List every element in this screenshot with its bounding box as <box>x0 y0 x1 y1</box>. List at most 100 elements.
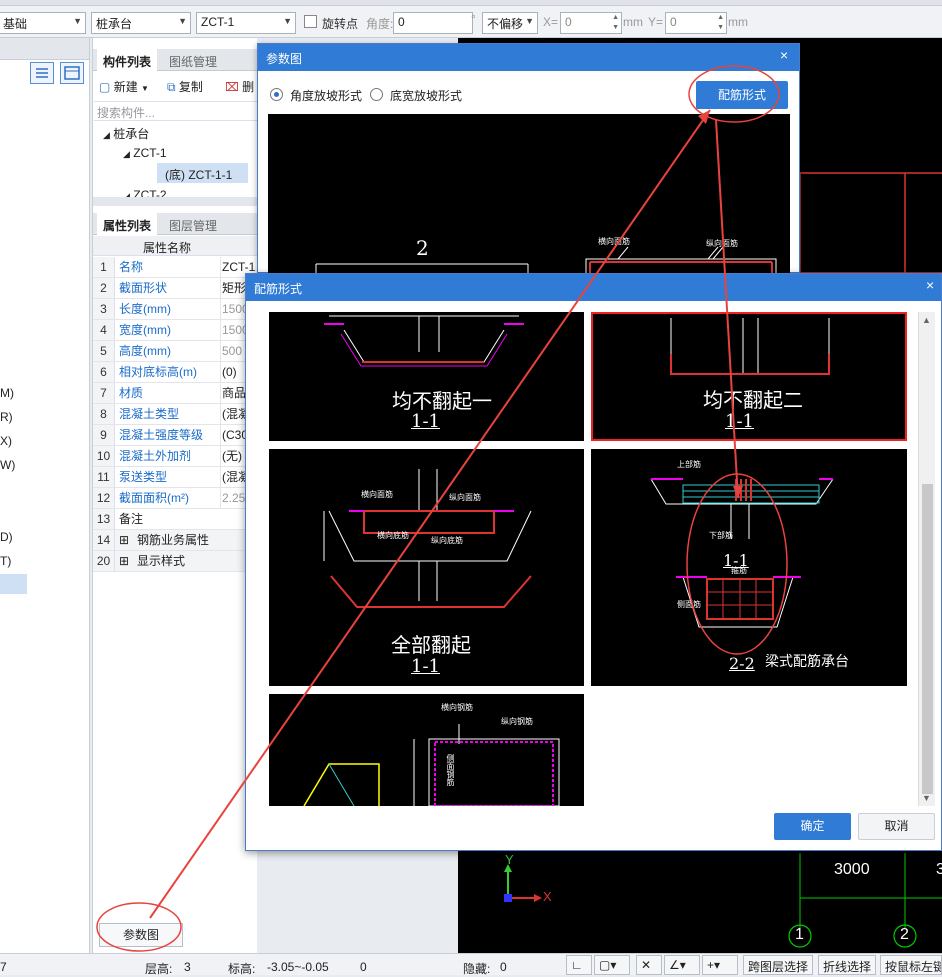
property-header: 属性名称 <box>93 236 258 256</box>
rebar-option-no-bend-1[interactable]: 均不翻起一 1-1 <box>269 312 584 441</box>
axis-label: 2 <box>900 926 909 943</box>
rebar-option-all-bend[interactable]: 横向面筋 纵向面筋 横向底筋 纵向底筋 全部翻起 1-1 <box>269 449 584 686</box>
property-row[interactable]: 10 混凝土外加剂 (无) <box>93 446 258 467</box>
options-scrollbar[interactable]: ▲ ▼ <box>918 312 935 806</box>
hidden-label: 隐藏: <box>463 962 491 976</box>
rebar-form-button[interactable]: 配筋形式 <box>696 81 788 109</box>
left-item-t[interactable]: T) <box>0 554 11 568</box>
cad-label: 侧面筋 <box>677 600 701 609</box>
tab-property-list[interactable]: 属性列表 <box>97 213 158 235</box>
row-number: 3 <box>93 299 115 319</box>
property-row[interactable]: 7 材质 商品 <box>93 383 258 404</box>
scroll-down-icon[interactable]: ▼ <box>922 793 931 803</box>
category-combo[interactable]: 基础 ▼ <box>0 12 86 34</box>
top-toolbar: 基础 ▼ 桩承台 ▼ ZCT-1 ▼ 旋转点 角度: 0 ° 不偏移 ▼ X= 0 ▲ ▼ … <box>0 0 942 38</box>
y-axis-label: Y <box>505 852 514 867</box>
offset-combo[interactable]: 不偏移 ▼ <box>482 12 538 34</box>
spinner-icon: ▲ ▼ <box>717 14 724 31</box>
grid-view-icon[interactable] <box>60 62 84 84</box>
property-row[interactable]: 1 名称 ZCT-1 <box>93 257 258 278</box>
expand-icon[interactable]: ⊞ <box>119 551 129 571</box>
scrollbar-thumb[interactable] <box>922 484 933 794</box>
left-item-x[interactable]: X) <box>0 434 12 448</box>
rotate-point-checkbox[interactable] <box>304 15 317 28</box>
search-placeholder: 搜索构件... <box>97 106 156 120</box>
delete-icon: ⌧ <box>225 80 239 94</box>
tab-component-list[interactable]: 构件列表 <box>97 49 158 71</box>
property-name: 宽度(mm) <box>119 323 171 337</box>
axis-label: 1 <box>795 926 804 943</box>
angle-snap-icon[interactable]: ∠▾ <box>664 955 700 975</box>
property-row[interactable]: 5 高度(mm) 500 <box>93 341 258 362</box>
cancel-button[interactable]: 取消 <box>858 813 935 840</box>
snap-icon[interactable]: ▢▾ <box>594 955 630 975</box>
angle-input[interactable]: 0 <box>393 12 473 34</box>
polyline-select-button[interactable]: 折线选择 <box>818 955 877 975</box>
chevron-down-icon: ▼ <box>525 16 534 26</box>
ok-button[interactable]: 确定 <box>774 813 851 840</box>
list-view-icon[interactable] <box>30 62 54 84</box>
component-name-combo[interactable]: ZCT-1 ▼ <box>196 12 296 34</box>
rebar-option-beam[interactable]: 上部筋 下部筋 1-1 箍筋 侧面筋 2-2 梁式配筋承台 <box>591 449 907 686</box>
cad-label: 横向底筋 <box>377 531 409 540</box>
property-name: 备注 <box>119 512 144 526</box>
close-icon[interactable]: × <box>926 277 934 293</box>
left-item-m[interactable]: M) <box>0 386 14 400</box>
property-name: 混凝土类型 <box>119 407 180 421</box>
x-offset-input[interactable]: 0 ▲ ▼ <box>560 12 622 34</box>
property-row[interactable]: 13 备注 <box>93 509 258 530</box>
property-row[interactable]: 4 宽度(mm) 1500 <box>93 320 258 341</box>
cross-layer-select-button[interactable]: 跨图层选择 <box>743 955 814 975</box>
property-row[interactable]: 3 长度(mm) 1500 <box>93 299 258 320</box>
param-diagram-button[interactable]: 参数图 <box>99 923 183 947</box>
property-row[interactable]: 8 混凝土类型 (混凝 <box>93 404 258 425</box>
property-name: 截面面积(m²) <box>119 491 189 505</box>
tab-layer-management[interactable]: 图层管理 <box>163 213 223 235</box>
status-left-value: 7 <box>0 960 7 974</box>
delete-button[interactable]: ⌧ 删 <box>225 78 254 95</box>
left-item-d[interactable]: D) <box>0 530 13 544</box>
property-row[interactable]: 11 泵送类型 (混凝 <box>93 467 258 488</box>
left-item-selected[interactable] <box>0 574 27 594</box>
close-icon[interactable]: × <box>780 47 788 63</box>
y-offset-input[interactable]: 0 ▲ ▼ <box>665 12 727 34</box>
left-item-r[interactable]: R) <box>0 410 13 424</box>
row-number: 7 <box>93 383 115 403</box>
copy-button[interactable]: ⧉ 复制 <box>167 78 203 95</box>
line-style-icon[interactable]: +▾ <box>702 955 738 975</box>
property-name: 混凝土强度等级 <box>119 428 204 442</box>
cad-label: 侧面钢筋 <box>446 754 455 786</box>
tab-drawing-management-label: 图纸管理 <box>169 55 218 69</box>
radio-width-slope[interactable] <box>370 88 383 101</box>
dimension-text: 3000 <box>834 861 870 878</box>
row-number: 1 <box>93 257 115 277</box>
scroll-up-icon[interactable]: ▲ <box>922 315 931 325</box>
property-group-row[interactable]: 20 ⊞ 显示样式 <box>93 551 258 572</box>
copy-button-label: 复制 <box>178 80 203 94</box>
rebar-option-no-bend-2[interactable]: 均不翻起二 1-1 <box>591 312 907 441</box>
cross-icon[interactable]: ✕ <box>636 955 662 975</box>
tree-item-zct1[interactable]: ◢ ZCT-1 <box>123 146 167 160</box>
expand-icon[interactable]: ⊞ <box>119 530 129 550</box>
ortho-icon[interactable]: ∟ <box>566 955 592 975</box>
rotate-point-label: 旋转点 <box>322 17 359 31</box>
property-group-row[interactable]: 14 ⊞ 钢筋业务属性 <box>93 530 258 551</box>
radio-angle-slope[interactable] <box>270 88 283 101</box>
row-number: 13 <box>93 509 115 529</box>
tree-item-zct1-1[interactable]: (底) ZCT-1-1 <box>157 163 248 183</box>
tree-root[interactable]: ◢ 桩承台 <box>103 125 149 142</box>
search-component-input[interactable]: 搜索构件... <box>94 101 258 121</box>
rebar-option-5[interactable]: 横向钢筋 纵向钢筋 侧面钢筋 <box>269 694 584 806</box>
property-row[interactable]: 6 相对底标高(m) (0) <box>93 362 258 383</box>
property-row[interactable]: 9 混凝土强度等级 (C30 <box>93 425 258 446</box>
splitter[interactable] <box>93 197 258 206</box>
tab-drawing-management[interactable]: 图纸管理 <box>163 49 223 71</box>
row-number: 8 <box>93 404 115 424</box>
component-type-combo[interactable]: 桩承台 ▼ <box>91 12 191 34</box>
new-button[interactable]: ▢ 新建 ▼ <box>99 78 149 95</box>
property-row[interactable]: 12 截面面积(m²) 2.25 <box>93 488 258 509</box>
left-item-w[interactable]: W) <box>0 458 15 472</box>
property-name-header: 属性名称 <box>143 241 192 255</box>
cad-label: 上部筋 <box>677 460 701 469</box>
property-row[interactable]: 2 截面形状 矩形 <box>93 278 258 299</box>
